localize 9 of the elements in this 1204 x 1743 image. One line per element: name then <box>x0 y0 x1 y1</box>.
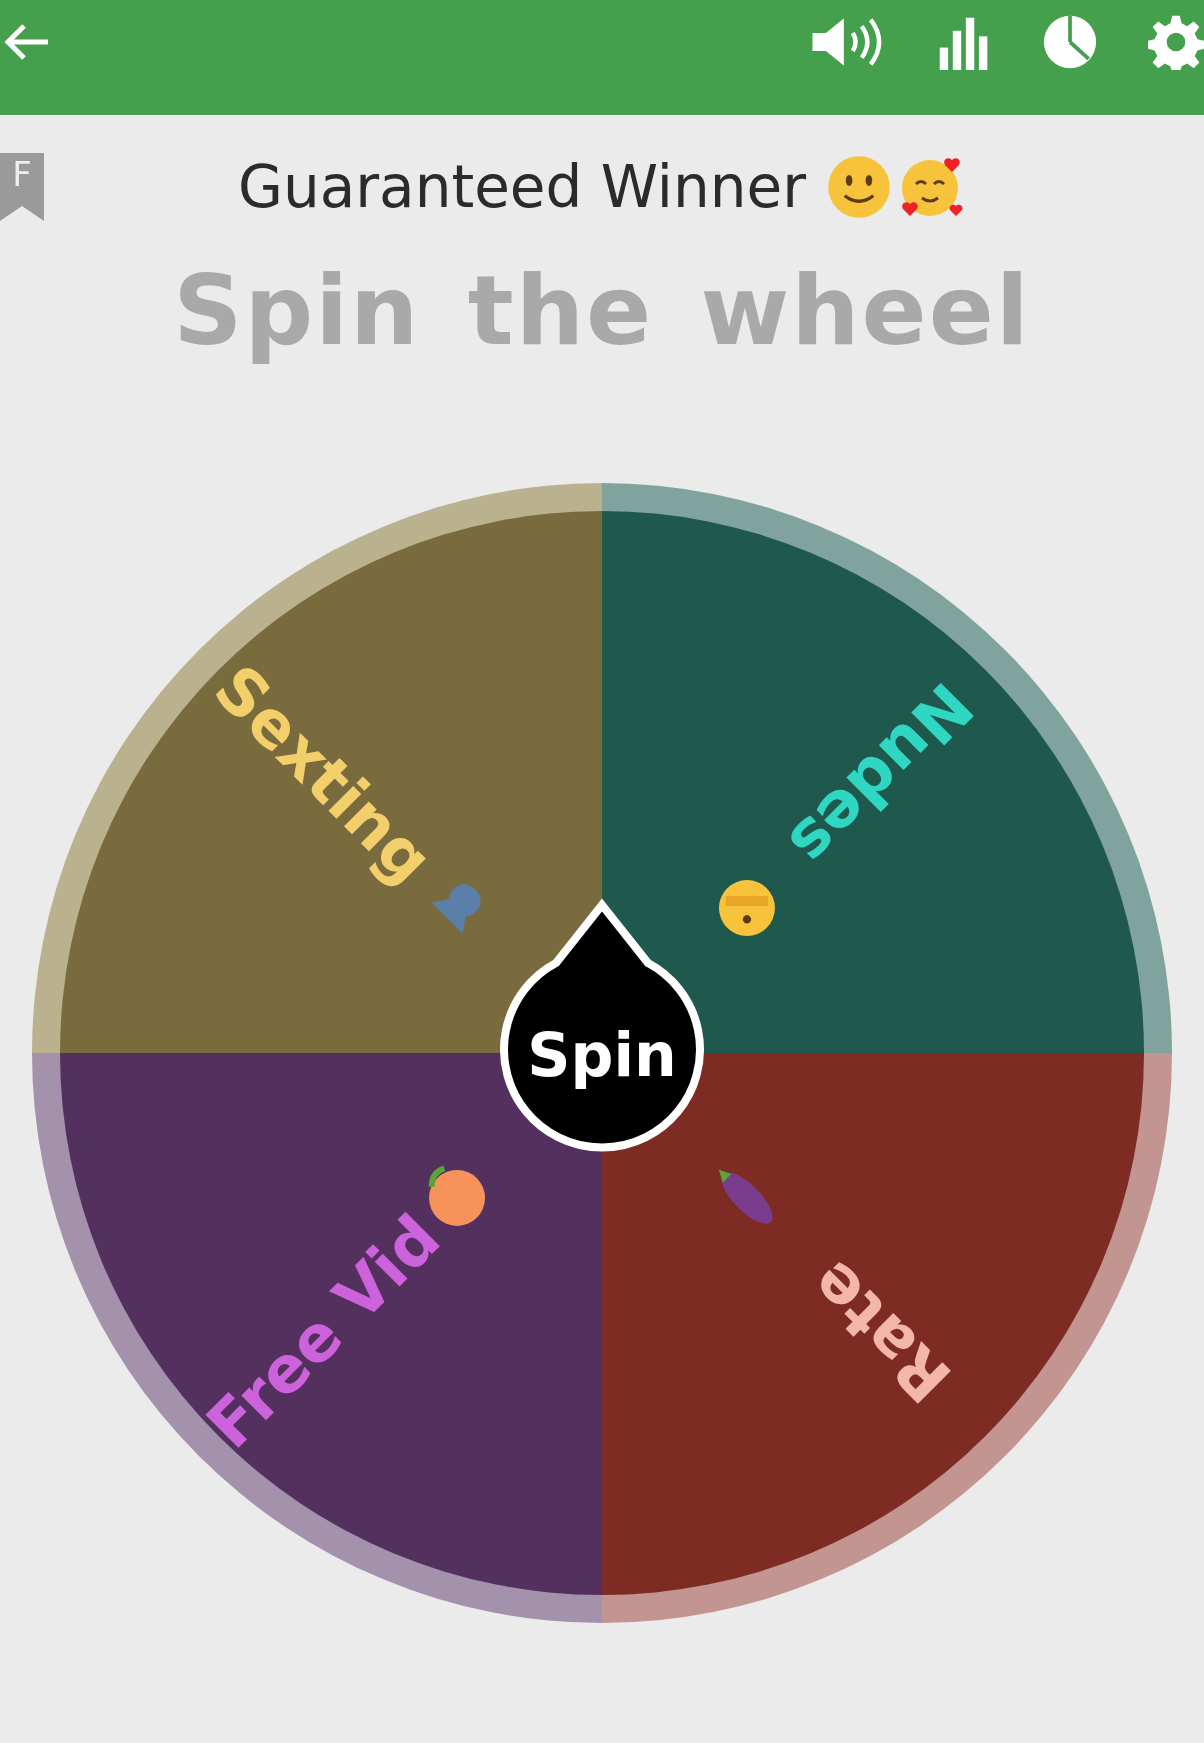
drop-icon <box>431 883 481 934</box>
settings-icon[interactable] <box>1148 14 1204 70</box>
smiley-icon <box>826 154 892 220</box>
spin-button[interactable]: Spin <box>500 900 704 1151</box>
heading: Spin the wheel <box>173 259 1031 365</box>
page-title: Guaranteed Winner <box>238 153 806 221</box>
face-icon <box>718 879 775 936</box>
eggplant-icon <box>718 1169 773 1224</box>
pie-chart-icon[interactable] <box>1042 14 1098 70</box>
